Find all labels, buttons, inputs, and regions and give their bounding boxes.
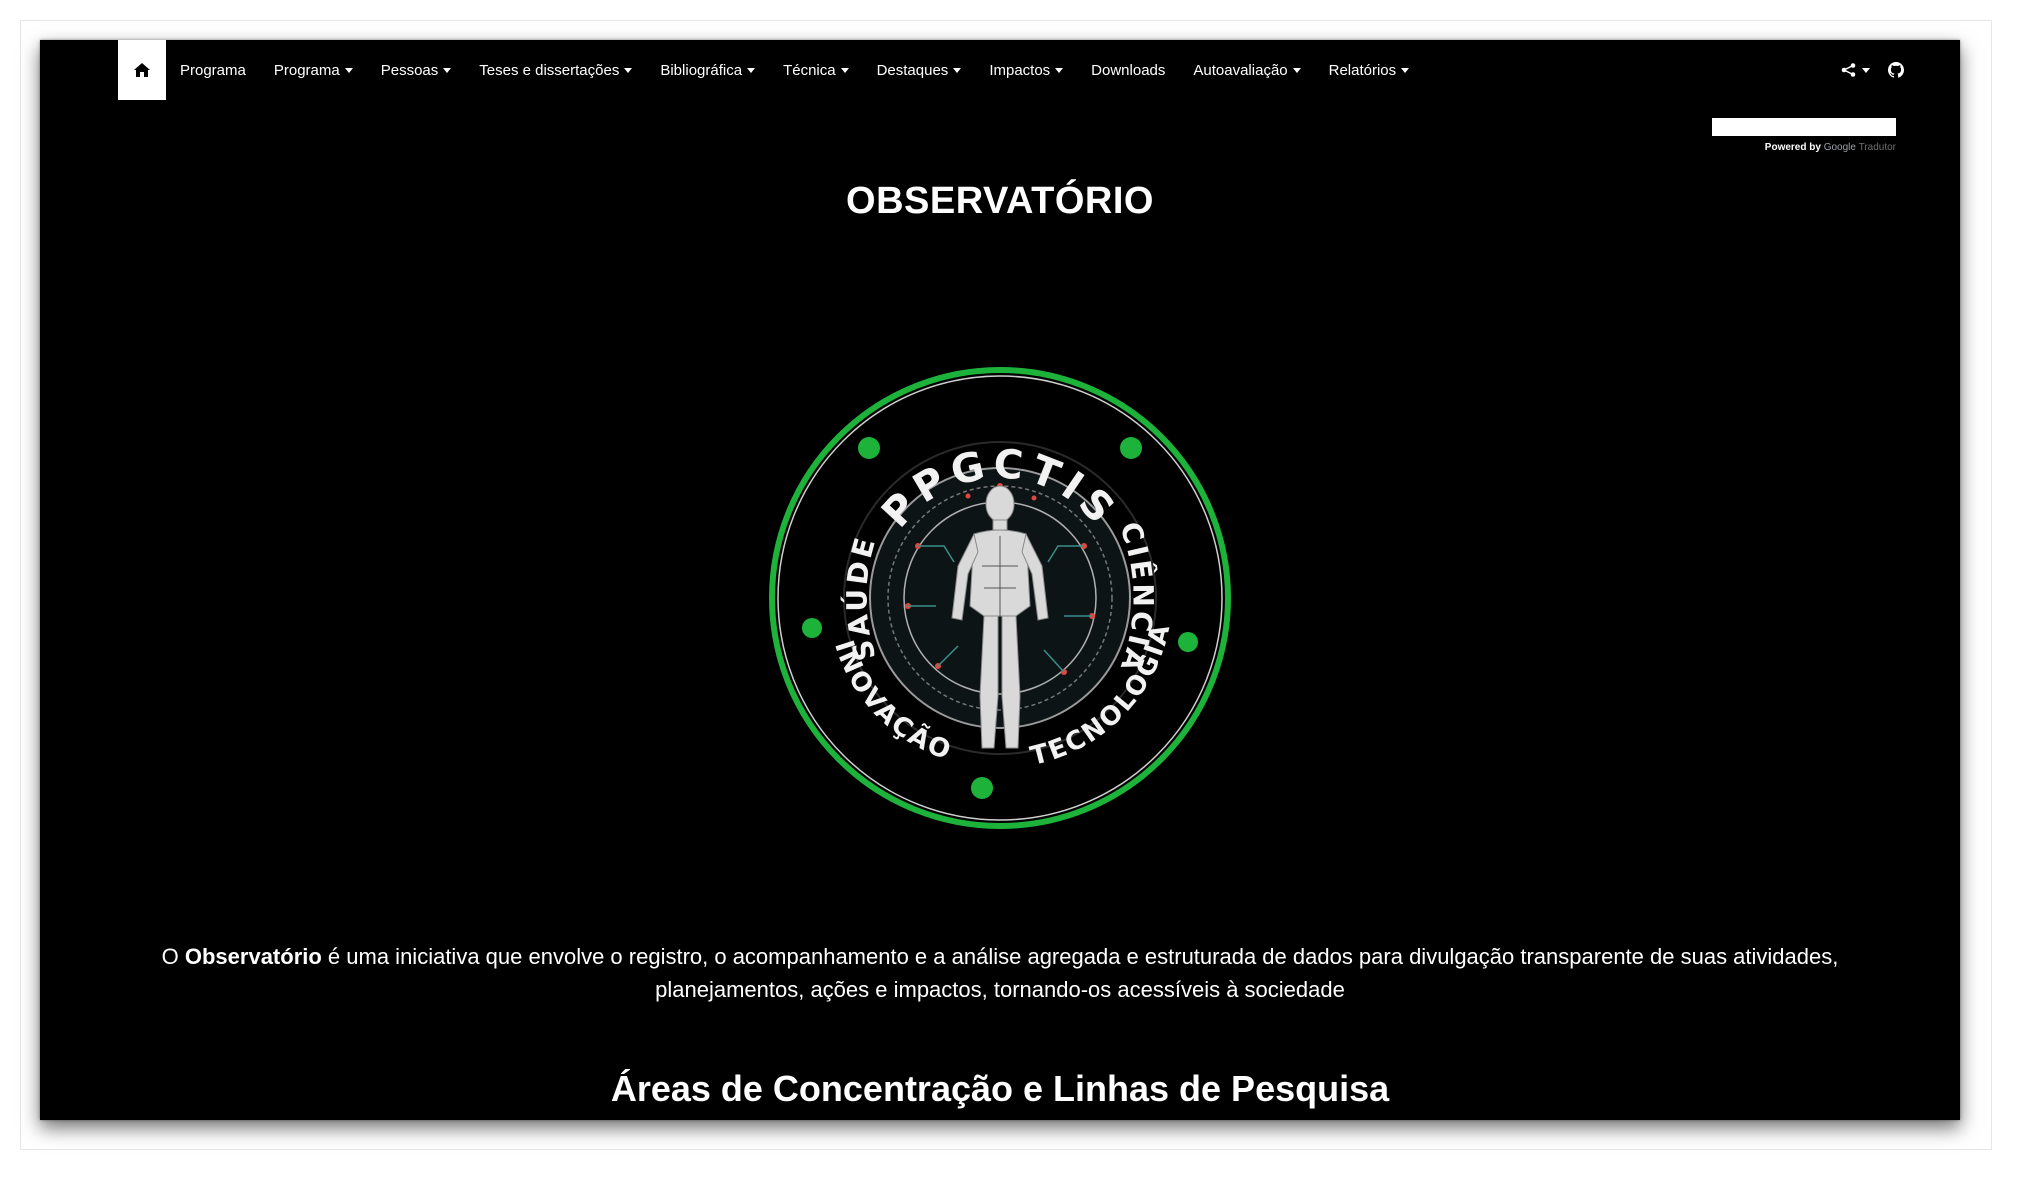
nav-item-programa-link[interactable]: Programa [166,40,260,100]
github-button[interactable] [1888,62,1904,78]
nav-item-label: Técnica [783,61,836,79]
nav-item-destaques[interactable]: Destaques [863,40,976,100]
language-select[interactable] [1712,118,1896,136]
browser-viewport: Programa Programa Pessoas Teses e disser… [40,40,1960,1120]
nav-item-label: Relatórios [1328,61,1397,79]
google-logo-text: Google [1823,142,1856,153]
github-icon [1888,62,1904,78]
caret-down-icon [1862,67,1870,73]
nav-item-pessoas[interactable]: Pessoas [367,40,466,100]
nav-item-label: Bibliográfica [660,61,743,79]
intro-bold: Observatório [184,944,322,969]
nav-item-teses[interactable]: Teses e dissertações [465,40,646,100]
nav-menu: Programa Programa Pessoas Teses e disser… [166,40,1423,100]
nav-item-label: Downloads [1091,61,1166,79]
nav-item-downloads[interactable]: Downloads [1077,40,1179,100]
caret-down-icon [443,67,452,73]
nav-item-label: Destaques [876,61,949,79]
intro-text: é uma iniciativa que envolve o registro,… [321,944,1839,1002]
nav-item-autoavaliacao[interactable]: Autoavaliação [1179,40,1314,100]
intro-prefix: O [161,944,185,969]
nav-item-bibliografica[interactable]: Bibliográfica [646,40,769,100]
nav-right-icons [1841,40,1904,100]
intro-paragraph: O Observatório é uma iniciativa que envo… [160,940,1840,1006]
caret-down-icon [624,67,633,73]
nav-item-label: Programa [273,61,340,79]
caret-down-icon [953,67,962,73]
nav-item-impactos[interactable]: Impactos [975,40,1077,100]
caret-down-icon [840,67,849,73]
nav-item-label: Autoavaliação [1193,61,1288,79]
nav-item-label: Programa [180,61,246,79]
home-button[interactable] [118,40,166,100]
powered-by-label: Powered by Google Tradutor [1712,142,1896,153]
page-title: OBSERVATÓRIO [846,180,1154,222]
google-translate-widget: Powered by Google Tradutor [1712,118,1896,153]
home-icon [134,63,150,77]
nav-item-programa-dropdown[interactable]: Programa [260,40,367,100]
caret-down-icon [1055,67,1064,73]
ppgctis-logo: PPGCTIS SAÚDE CIÊNCIA INOVAÇÃO TECNOLOGI… [768,366,1232,835]
share-icon [1841,63,1856,77]
translate-link[interactable]: Tradutor [1859,142,1896,153]
caret-down-icon [344,67,353,73]
section-title: Áreas de Concentração e Linhas de Pesqui… [610,1068,1390,1109]
nav-item-label: Teses e dissertações [479,61,620,79]
nav-item-tecnica[interactable]: Técnica [769,40,863,100]
caret-down-icon [1401,67,1410,73]
nav-item-label: Impactos [989,61,1051,79]
share-button[interactable] [1841,63,1870,77]
caret-down-icon [1292,67,1301,73]
nav-item-relatorios[interactable]: Relatórios [1315,40,1424,100]
nav-item-label: Pessoas [380,61,439,79]
powered-by-text: Powered by [1764,142,1821,153]
caret-down-icon [747,67,756,73]
top-navbar: Programa Programa Pessoas Teses e disser… [40,40,1960,100]
